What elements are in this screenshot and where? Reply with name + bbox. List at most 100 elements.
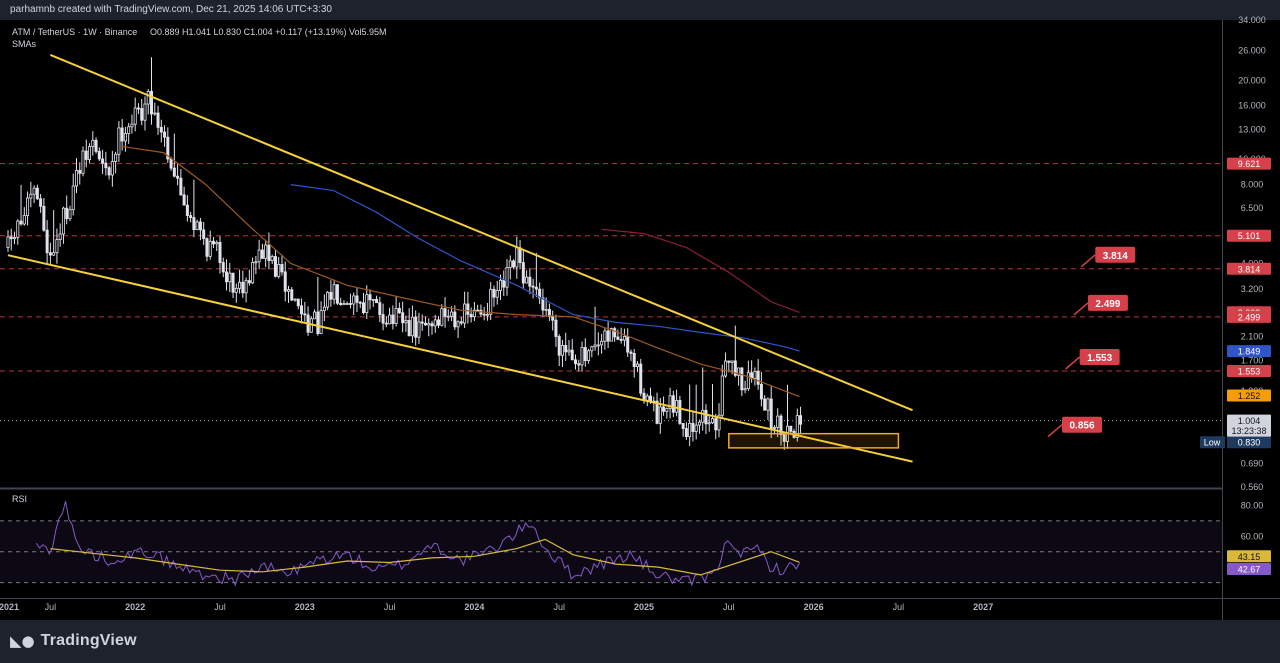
candle-body — [665, 408, 669, 412]
candle-body — [303, 313, 307, 316]
candle-body — [300, 305, 304, 315]
candle-body — [766, 398, 770, 411]
price-tick-label: 16.000 — [1238, 101, 1266, 111]
candle-body — [528, 276, 532, 287]
price-tick-label: 6.500 — [1241, 203, 1264, 213]
candle-body — [221, 262, 225, 273]
candle-body — [606, 330, 610, 342]
candle-body — [593, 344, 597, 348]
candle-body — [110, 161, 114, 176]
candle-body — [407, 320, 411, 337]
candle-body — [127, 126, 131, 134]
price-tick-label: 26.000 — [1238, 46, 1266, 56]
candle-body — [32, 187, 36, 195]
candle-body — [97, 151, 101, 160]
candle-body — [410, 316, 414, 337]
candle-body — [251, 261, 255, 284]
candle-body — [639, 363, 643, 394]
candle-body — [684, 428, 688, 438]
candle-body — [195, 221, 199, 231]
candle-body — [169, 158, 173, 169]
price-chart[interactable]: 3.8142.4991.5530.8560.5600.6901.0001.300… — [0, 0, 1280, 620]
time-axis[interactable] — [0, 598, 1222, 620]
candle-body — [153, 112, 157, 115]
price-tick-label: 1.700 — [1241, 356, 1264, 366]
rsi-value-text: 42.67 — [1238, 565, 1261, 575]
candle-body — [225, 271, 229, 283]
price-tick-label: 34.000 — [1238, 15, 1266, 25]
support-zone[interactable] — [728, 432, 900, 449]
candle-body — [84, 150, 88, 160]
price-pane[interactable] — [0, 20, 1222, 487]
candle-body — [388, 314, 392, 325]
time-tick-label: Jul — [45, 602, 57, 612]
candle-body — [616, 336, 620, 340]
candle-body — [133, 107, 137, 125]
candle-body — [626, 336, 630, 353]
target-callout-label: 0.856 — [1069, 421, 1094, 432]
candle-body — [714, 418, 718, 431]
price-tick-label: 8.000 — [1241, 180, 1264, 190]
candle-body — [313, 311, 317, 320]
low-tag-text: Low — [1204, 438, 1221, 448]
candle-body — [622, 336, 626, 341]
candle-body — [117, 127, 121, 155]
candle-body — [521, 262, 525, 284]
candle-body — [365, 294, 369, 313]
candle-body — [198, 221, 202, 231]
candle-body — [645, 395, 649, 401]
candle-body — [107, 167, 111, 176]
candle-body — [437, 319, 441, 326]
candle-body — [101, 158, 105, 164]
candle-body — [635, 363, 639, 367]
candle-body — [68, 209, 72, 220]
candle-body — [26, 197, 30, 216]
candle-body — [176, 175, 180, 179]
candle-body — [678, 400, 682, 424]
candle-body — [776, 415, 780, 428]
candle-body — [482, 313, 486, 316]
candle-body — [489, 288, 493, 315]
candle-body — [296, 298, 300, 307]
candle-body — [81, 150, 85, 174]
candle-body — [140, 108, 144, 121]
candle-body — [211, 240, 215, 245]
candle-body — [6, 236, 10, 248]
candle-body — [577, 363, 581, 366]
candle-body — [88, 146, 92, 160]
candle-body — [423, 322, 427, 326]
candle-body — [342, 303, 346, 306]
candle-body — [746, 372, 750, 390]
tradingview-logo[interactable]: ◣● TradingView — [10, 632, 137, 650]
candle-body — [172, 167, 176, 177]
candle-body — [743, 388, 747, 391]
candle-body — [339, 302, 343, 306]
candle-body — [52, 252, 56, 256]
candle-body — [22, 215, 26, 225]
candle-body — [228, 272, 232, 283]
candle-body — [192, 217, 196, 231]
candle-body — [254, 261, 258, 264]
time-tick-label: Jul — [214, 602, 226, 612]
rsi-tick-label: 80.00 — [1241, 500, 1264, 510]
candle-body — [414, 316, 418, 338]
price-label-text: 3.814 — [1238, 264, 1261, 274]
candle-body — [58, 233, 62, 240]
candle-body — [427, 323, 431, 326]
candle-body — [16, 220, 20, 238]
time-tick-label: 2024 — [464, 602, 484, 612]
candle-body — [348, 303, 352, 305]
candle-body — [205, 238, 209, 257]
candle-body — [270, 256, 274, 262]
candle-body — [753, 371, 757, 379]
candle-body — [515, 247, 519, 268]
time-tick-label: 2025 — [634, 602, 654, 612]
candle-body — [208, 240, 212, 257]
candle-body — [136, 107, 140, 110]
candle-body — [114, 153, 118, 162]
candle-body — [384, 322, 388, 325]
candle-body — [185, 204, 189, 216]
candle-body — [401, 312, 405, 324]
price-tick-label: 0.690 — [1241, 458, 1264, 468]
candle-body — [720, 375, 724, 416]
